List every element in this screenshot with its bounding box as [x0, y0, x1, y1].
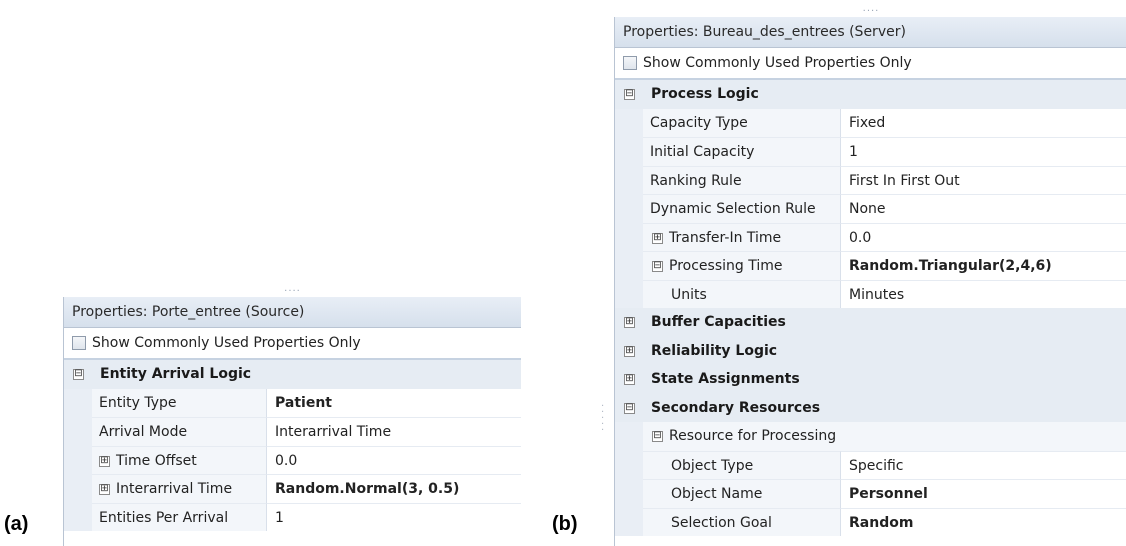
collapse-icon[interactable]: ⊟ — [652, 431, 663, 442]
property-value[interactable]: Specific — [840, 450, 1126, 479]
property-grid: ⊟ Process Logic Capacity Type Fixed Init… — [615, 80, 1126, 536]
property-row-object-type[interactable]: Object Type Specific — [615, 450, 1126, 479]
property-value[interactable]: Personnel — [840, 479, 1126, 508]
property-row-selection-goal[interactable]: Selection Goal Random — [615, 507, 1126, 536]
group-label: Resource for Processing — [669, 428, 837, 444]
property-name: Entity Type — [99, 394, 177, 411]
category-label: Secondary Resources — [651, 399, 821, 416]
panel-resize-grip[interactable]: .... — [64, 283, 521, 295]
panel-title: Properties: Bureau_des_entrees (Server) — [615, 17, 1126, 48]
collapse-icon[interactable]: ⊟ — [652, 261, 663, 272]
category-label: Entity Arrival Logic — [100, 366, 252, 382]
property-value[interactable]: Minutes — [840, 279, 1126, 308]
property-name: Initial Capacity — [650, 144, 755, 160]
expand-icon[interactable]: ⊞ — [624, 317, 635, 328]
property-name: Ranking Rule — [650, 172, 742, 189]
property-row-dynamic-selection-rule[interactable]: Dynamic Selection Rule None — [615, 194, 1126, 223]
category-reliability-logic[interactable]: ⊞ Reliability Logic — [615, 336, 1126, 365]
category-process-logic[interactable]: ⊟ Process Logic — [615, 80, 1126, 109]
property-grid: ⊟ Entity Arrival Logic Entity Type Patie… — [64, 360, 521, 531]
show-common-toggle[interactable]: Show Commonly Used Properties Only — [64, 328, 521, 360]
property-value[interactable]: Patient — [266, 388, 521, 417]
property-value[interactable]: Random — [840, 507, 1126, 536]
figure-label-a: (a) — [4, 513, 29, 535]
property-row-interarrival-time[interactable]: ⊞ Interarrival Time Random.Normal(3, 0.5… — [64, 474, 521, 503]
expand-icon[interactable]: ⊞ — [99, 484, 110, 495]
property-value[interactable]: Random.Triangular(2,4,6) — [840, 251, 1126, 280]
category-secondary-resources[interactable]: ⊟ Secondary Resources — [615, 393, 1126, 422]
expand-icon[interactable]: ⊞ — [624, 374, 635, 385]
checkbox-icon[interactable] — [623, 56, 637, 70]
group-resource-for-processing[interactable]: ⊟ Resource for Processing — [615, 422, 1126, 451]
property-name: Object Name — [671, 486, 763, 502]
property-row-initial-capacity[interactable]: Initial Capacity 1 — [615, 137, 1126, 166]
expand-icon[interactable]: ⊞ — [99, 455, 110, 467]
category-buffer-capacities[interactable]: ⊞ Buffer Capacities — [615, 308, 1126, 337]
property-name: Dynamic Selection Rule — [650, 201, 816, 217]
property-name: Transfer-In Time — [669, 229, 782, 246]
property-name: Capacity Type — [650, 114, 748, 131]
category-state-assignments[interactable]: ⊞ State Assignments — [615, 365, 1126, 394]
expand-icon[interactable]: ⊞ — [652, 232, 663, 244]
property-name: Arrival Mode — [99, 424, 188, 440]
property-value[interactable]: 1 — [266, 502, 521, 531]
show-common-label: Show Commonly Used Properties Only — [92, 335, 361, 351]
property-row-entities-per-arrival[interactable]: Entities Per Arrival 1 — [64, 502, 521, 531]
property-name: Processing Time — [669, 258, 783, 274]
property-name: Units — [671, 286, 707, 303]
show-common-toggle[interactable]: Show Commonly Used Properties Only — [615, 48, 1126, 80]
panel-title: Properties: Porte_entree (Source) — [64, 297, 521, 328]
property-value[interactable]: None — [840, 194, 1126, 223]
category-label: Process Logic — [651, 86, 759, 102]
collapse-icon[interactable]: ⊟ — [624, 402, 635, 414]
property-row-capacity-type[interactable]: Capacity Type Fixed — [615, 108, 1126, 137]
category-label: Reliability Logic — [651, 342, 778, 359]
property-name: Object Type — [671, 457, 754, 474]
property-name: Entities Per Arrival — [99, 509, 229, 526]
property-row-processing-time[interactable]: ⊟ Processing Time Random.Triangular(2,4,… — [615, 251, 1126, 280]
property-value[interactable]: 1 — [840, 137, 1126, 166]
collapse-icon[interactable]: ⊟ — [624, 89, 635, 100]
property-row-entity-type[interactable]: Entity Type Patient — [64, 388, 521, 417]
panel-resize-grip[interactable]: .... — [615, 3, 1126, 15]
category-label: Buffer Capacities — [651, 314, 786, 330]
splitter-grip[interactable]: · · · · · — [601, 402, 604, 436]
property-value[interactable]: Fixed — [840, 108, 1126, 137]
expand-icon[interactable]: ⊞ — [624, 345, 635, 357]
property-row-ranking-rule[interactable]: Ranking Rule First In First Out — [615, 165, 1126, 194]
category-entity-arrival-logic[interactable]: ⊟ Entity Arrival Logic — [64, 360, 521, 389]
property-row-time-offset[interactable]: ⊞ Time Offset 0.0 — [64, 445, 521, 474]
property-row-arrival-mode[interactable]: Arrival Mode Interarrival Time — [64, 417, 521, 446]
property-name: Interarrival Time — [116, 481, 233, 497]
properties-panel-server: .... Properties: Bureau_des_entrees (Ser… — [614, 3, 1126, 546]
property-value[interactable]: Random.Normal(3, 0.5) — [266, 474, 521, 503]
property-value[interactable]: Interarrival Time — [266, 417, 521, 446]
figure-label-b: (b) — [552, 513, 578, 535]
property-row-transfer-in-time[interactable]: ⊞ Transfer-In Time 0.0 — [615, 222, 1126, 251]
property-value[interactable]: First In First Out — [840, 165, 1126, 194]
collapse-icon[interactable]: ⊟ — [73, 369, 84, 380]
property-row-object-name[interactable]: Object Name Personnel — [615, 479, 1126, 508]
show-common-label: Show Commonly Used Properties Only — [643, 55, 912, 71]
properties-panel-source: .... Properties: Porte_entree (Source) S… — [63, 283, 521, 546]
property-name: Selection Goal — [671, 514, 772, 531]
category-label: State Assignments — [651, 371, 800, 387]
property-value[interactable]: 0.0 — [840, 222, 1126, 251]
checkbox-icon[interactable] — [72, 336, 86, 350]
property-value[interactable]: 0.0 — [266, 445, 521, 474]
property-row-units[interactable]: Units Minutes — [615, 279, 1126, 308]
